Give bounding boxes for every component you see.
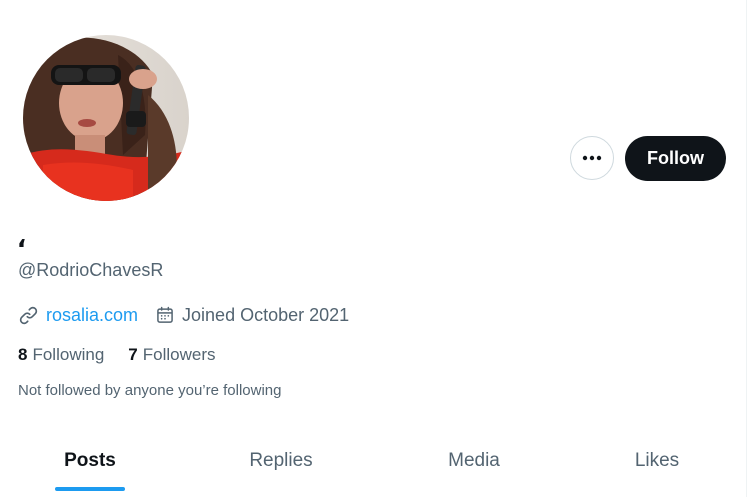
joined-date: Joined October 2021 [182,304,350,325]
website-item[interactable]: rosalia.com [18,305,138,326]
followers-link[interactable]: 7 Followers [128,344,215,366]
more-options-button[interactable] [570,136,614,180]
follow-button[interactable]: Follow [625,136,726,181]
avatar[interactable] [21,33,191,203]
profile-tabs: Posts Replies Media Likes [0,430,746,497]
tab-media[interactable]: Media [384,430,564,492]
tab-posts[interactable]: Posts [0,430,180,492]
followers-label: Followers [142,345,216,364]
following-link[interactable]: 8 Following [18,344,104,366]
joined-item: Joined October 2021 [155,305,349,326]
profile-handle: @RodrioChavesR [18,260,164,280]
avatar-image [23,35,189,201]
profile-stats: 8 Following 7 Followers [18,344,216,366]
tab-likes[interactable]: Likes [567,430,747,492]
page-divider [746,0,747,497]
following-label: Following [32,345,105,364]
calendar-icon [157,306,173,323]
more-horizontal-icon [582,155,602,161]
profile-meta: rosalia.com Joined October 2021 [18,302,349,328]
website-link[interactable]: rosalia.com [46,305,138,326]
active-tab-indicator [55,487,125,491]
following-count: 8 [18,345,28,364]
followed-by-note: Not followed by anyone you’re following [18,382,282,399]
tab-replies[interactable]: Replies [191,430,371,492]
followers-count: 7 [128,345,138,364]
link-icon [19,306,38,324]
profile-display-name: ، [17,226,27,253]
